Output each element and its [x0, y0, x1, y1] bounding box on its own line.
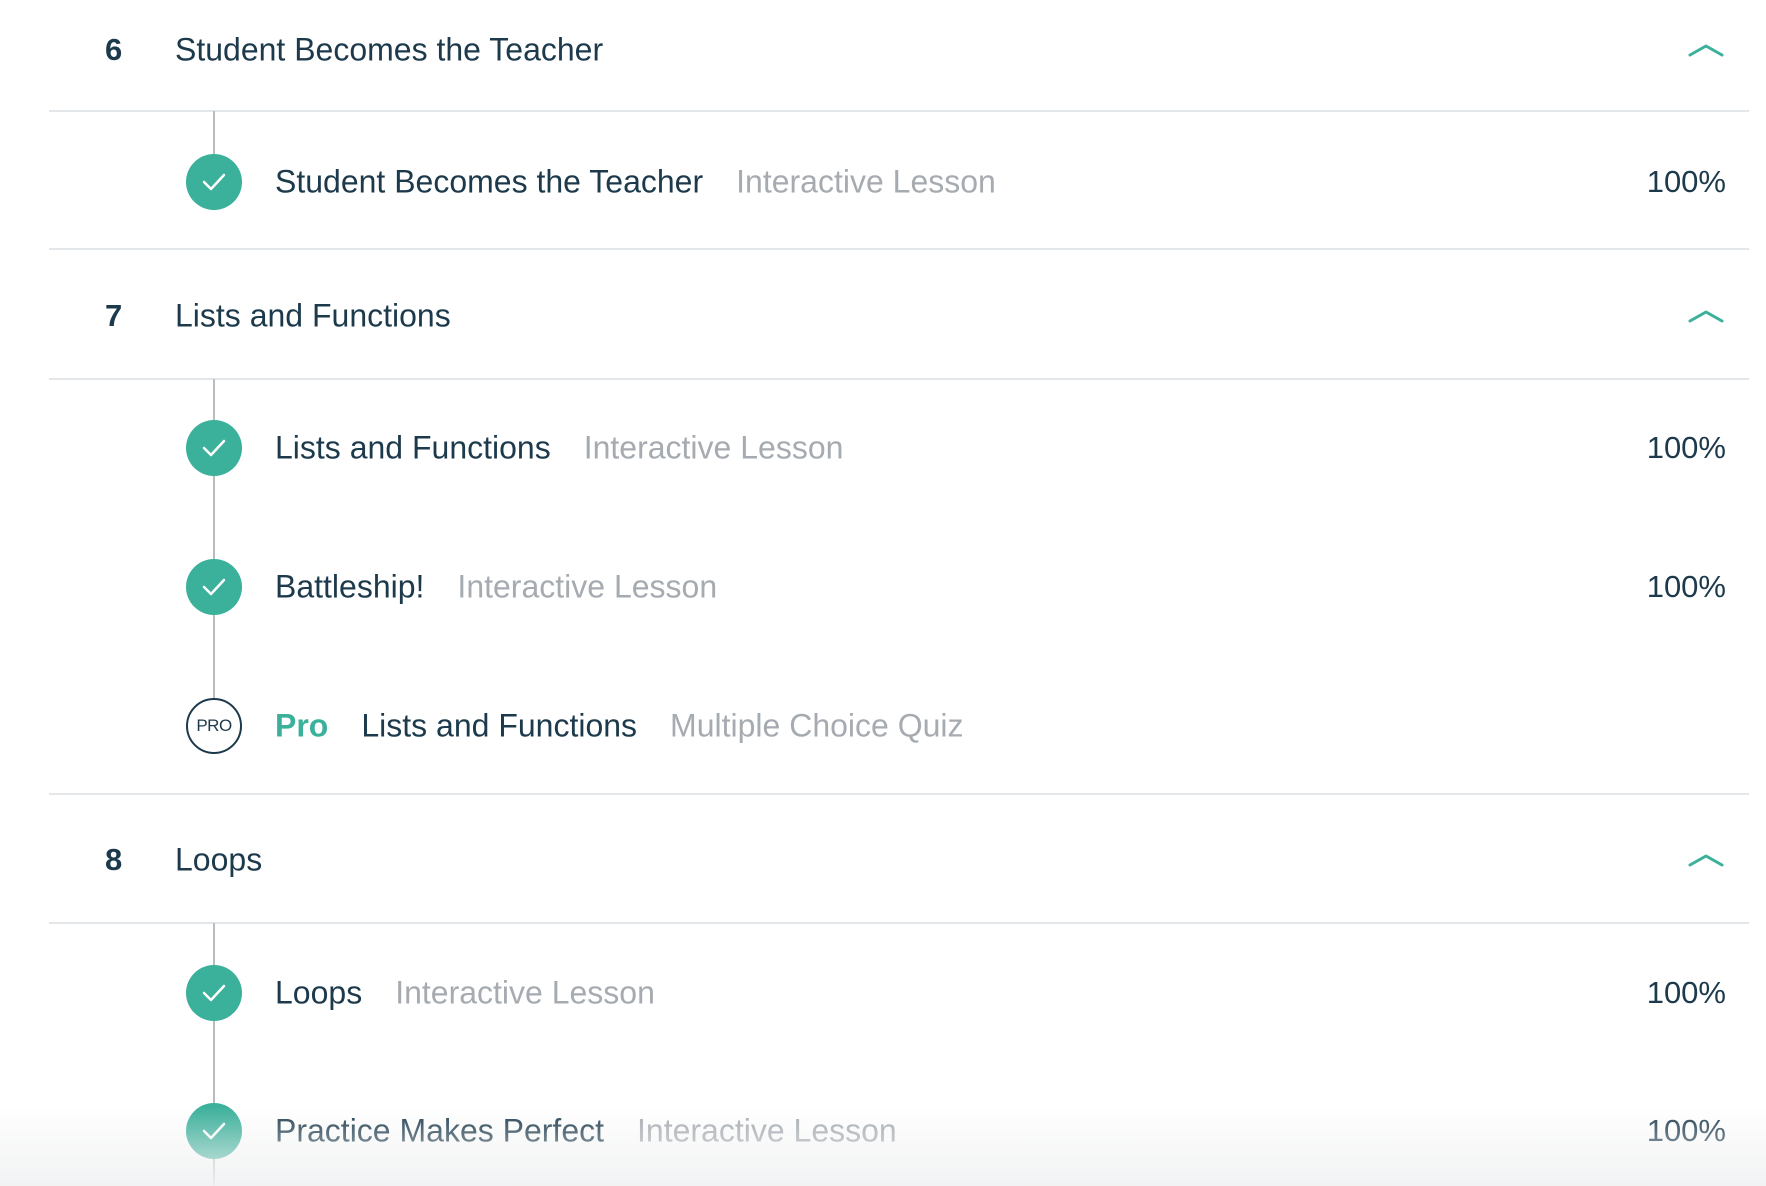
lesson-type: Multiple Choice Quiz	[670, 707, 964, 744]
check-icon	[186, 420, 242, 476]
section-number: 6	[105, 32, 123, 67]
lesson-title[interactable]: Battleship!	[275, 569, 424, 605]
lesson-title[interactable]: Loops	[275, 975, 362, 1011]
section-divider	[49, 378, 1749, 380]
lesson-title[interactable]: Lists and Functions	[275, 430, 551, 466]
pro-badge-icon: PRO	[186, 698, 242, 754]
lesson-text: Pro Lists and Functions Multiple Choice Qu…	[275, 708, 964, 745]
lesson-text: Practice Makes Perfect Interactive Lesson	[275, 1113, 897, 1150]
lesson-text: Student Becomes the Teacher Interactive L…	[275, 164, 996, 201]
lesson-progress: 100%	[1646, 430, 1726, 465]
lesson-text: Loops Interactive Lesson	[275, 975, 655, 1012]
check-icon	[186, 559, 242, 615]
chevron-up-icon[interactable]	[1686, 850, 1726, 870]
lesson-row[interactable]: Battleship! Interactive Lesson 100%	[49, 547, 1749, 627]
lesson-title[interactable]: Lists and Functions	[361, 708, 637, 744]
section-title: Loops	[175, 841, 263, 878]
lesson-type: Interactive Lesson	[637, 1112, 897, 1149]
check-icon	[186, 965, 242, 1021]
lesson-row[interactable]: Student Becomes the Teacher Interactive L…	[49, 142, 1749, 222]
section-divider	[49, 922, 1749, 924]
lesson-progress: 100%	[1646, 975, 1726, 1010]
section-divider	[49, 793, 1749, 795]
lesson-row[interactable]: Lists and Functions Interactive Lesson 10…	[49, 408, 1749, 488]
lesson-text: Battleship! Interactive Lesson	[275, 569, 717, 606]
section-number: 7	[105, 298, 123, 333]
lesson-row[interactable]: Practice Makes Perfect Interactive Lesson…	[49, 1091, 1749, 1171]
chevron-up-icon[interactable]	[1686, 306, 1726, 326]
section-divider	[49, 110, 1749, 112]
lesson-progress: 100%	[1646, 1113, 1726, 1148]
lesson-type: Interactive Lesson	[736, 163, 996, 200]
section-header-7[interactable]: 7 Lists and Functions	[49, 266, 1749, 366]
section-divider	[49, 248, 1749, 250]
lesson-type: Interactive Lesson	[457, 568, 718, 605]
section-number: 8	[105, 842, 123, 877]
lesson-row-pro[interactable]: PRO Pro Lists and Functions Multiple Choic…	[49, 686, 1749, 766]
section-header-6[interactable]: 6 Student Becomes the Teacher	[49, 0, 1749, 100]
lesson-title[interactable]: Practice Makes Perfect	[275, 1113, 604, 1149]
section-title: Lists and Functions	[175, 297, 451, 334]
lesson-progress: 100%	[1646, 164, 1726, 199]
lesson-title[interactable]: Student Becomes the Teacher	[275, 164, 703, 200]
lesson-type: Interactive Lesson	[395, 974, 655, 1011]
course-syllabus: 6 Student Becomes the Teacher Student Be…	[0, 0, 1766, 1186]
pro-label: Pro	[275, 707, 329, 744]
chevron-up-icon[interactable]	[1686, 40, 1726, 60]
check-icon	[186, 154, 242, 210]
check-icon	[186, 1103, 242, 1159]
lesson-text: Lists and Functions Interactive Lesson	[275, 430, 843, 467]
lesson-type: Interactive Lesson	[583, 429, 844, 466]
lesson-progress: 100%	[1646, 569, 1726, 604]
section-title: Student Becomes the Teacher	[175, 31, 604, 68]
lesson-row[interactable]: Loops Interactive Lesson 100%	[49, 953, 1749, 1033]
section-header-8[interactable]: 8 Loops	[49, 810, 1749, 910]
